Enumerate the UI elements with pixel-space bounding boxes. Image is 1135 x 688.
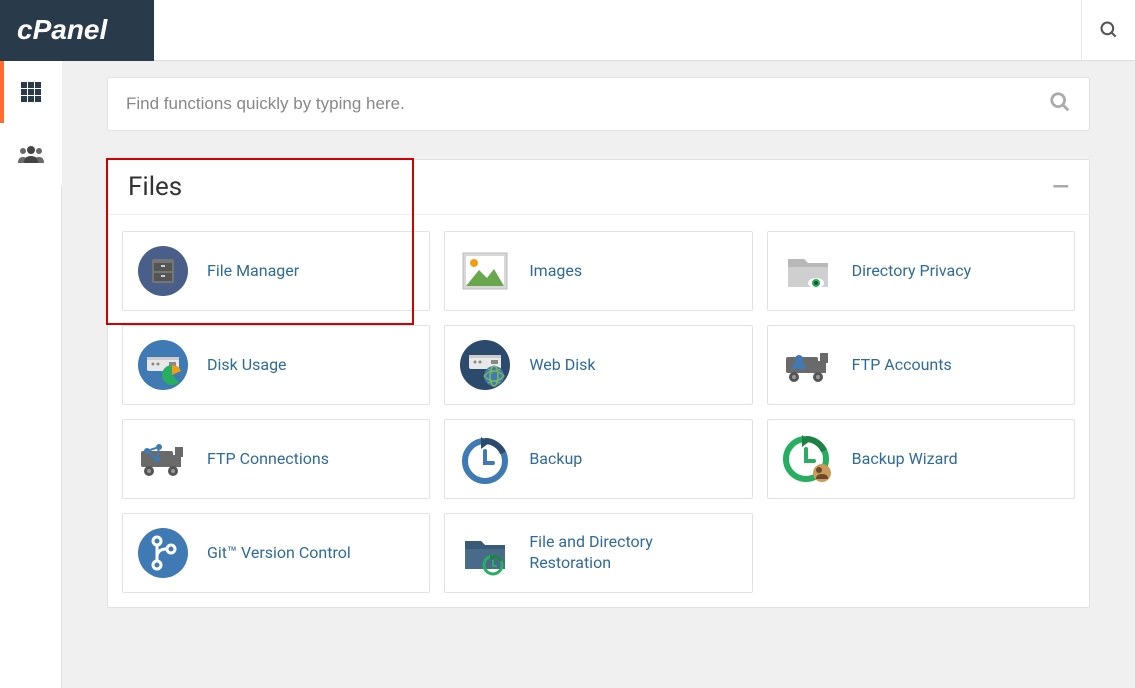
tool-git-version-control[interactable]: Git™ Version Control — [122, 513, 430, 593]
restoration-icon — [459, 527, 511, 579]
files-panel: Files — — [107, 159, 1090, 608]
directory-privacy-icon — [782, 245, 834, 297]
tool-label: Web Disk — [529, 355, 595, 376]
tool-label: FTP Connections — [207, 449, 329, 470]
header-search-button[interactable] — [1081, 0, 1135, 60]
tool-label: Backup — [529, 449, 582, 470]
backup-wizard-icon — [782, 433, 834, 485]
tool-label: Disk Usage — [207, 355, 287, 376]
git-icon — [137, 527, 189, 579]
brand-logo[interactable]: cPanel — [0, 0, 154, 61]
file-manager-icon — [137, 245, 189, 297]
users-icon — [18, 144, 44, 164]
panel-header: Files — — [108, 160, 1089, 215]
panel-collapse-button[interactable]: — — [1052, 175, 1069, 200]
top-header: cPanel — [0, 0, 1135, 61]
tool-directory-privacy[interactable]: Directory Privacy — [767, 231, 1075, 311]
main-content: Files — — [62, 61, 1135, 688]
search-icon — [1049, 91, 1071, 113]
tool-label: Backup Wizard — [852, 449, 958, 470]
web-disk-icon — [459, 339, 511, 391]
tool-label: Git™ Version Control — [207, 543, 351, 564]
tool-images[interactable]: Images — [444, 231, 752, 311]
backup-icon — [459, 433, 511, 485]
images-icon — [459, 245, 511, 297]
sidebar-item-home[interactable] — [0, 61, 62, 123]
grid-icon — [21, 82, 41, 102]
tool-web-disk[interactable]: Web Disk — [444, 325, 752, 405]
sidebar — [0, 61, 62, 688]
tool-label: File and Directory Restoration — [529, 532, 737, 574]
ftp-connections-icon — [137, 433, 189, 485]
panel-title: Files — [128, 172, 182, 202]
search-input[interactable] — [126, 94, 1049, 114]
tool-file-manager[interactable]: File Manager — [122, 231, 430, 311]
cpanel-logo-icon: cPanel — [17, 16, 137, 46]
ftp-accounts-icon — [782, 339, 834, 391]
tool-label: Directory Privacy — [852, 261, 972, 282]
svg-text:cPanel: cPanel — [17, 16, 108, 45]
sidebar-item-users[interactable] — [0, 123, 62, 185]
tool-label: Images — [529, 261, 582, 282]
tool-label: FTP Accounts — [852, 355, 952, 376]
tool-ftp-accounts[interactable]: FTP Accounts — [767, 325, 1075, 405]
search-submit[interactable] — [1049, 91, 1071, 117]
tool-file-directory-restoration[interactable]: File and Directory Restoration — [444, 513, 752, 593]
panel-body: File Manager Images — [108, 215, 1089, 607]
tool-ftp-connections[interactable]: FTP Connections — [122, 419, 430, 499]
disk-usage-icon — [137, 339, 189, 391]
search-icon — [1099, 20, 1119, 40]
tool-disk-usage[interactable]: Disk Usage — [122, 325, 430, 405]
tool-label: File Manager — [207, 261, 299, 282]
empty-cell — [767, 513, 1075, 593]
tool-backup[interactable]: Backup — [444, 419, 752, 499]
function-search-box — [107, 77, 1090, 131]
header-spacer — [154, 0, 1081, 60]
tool-backup-wizard[interactable]: Backup Wizard — [767, 419, 1075, 499]
